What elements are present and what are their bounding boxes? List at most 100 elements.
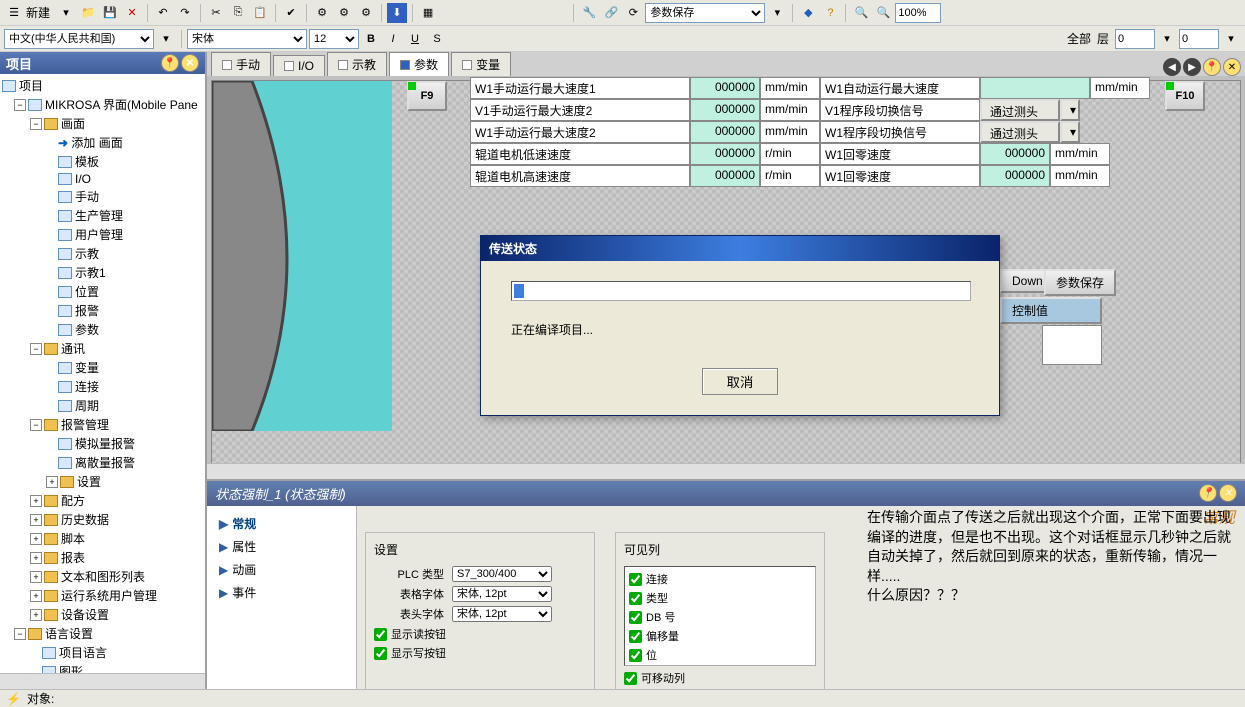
tree-root[interactable]: 项目	[2, 76, 203, 95]
tree-graphic[interactable]: 图形	[2, 662, 203, 673]
nav-props[interactable]: ▶属性	[213, 535, 350, 558]
prop-close-icon[interactable]: ✕	[1219, 484, 1237, 502]
language-select[interactable]: 中文(中华人民共和国)	[4, 29, 154, 49]
col-offset-check[interactable]	[629, 630, 642, 643]
dropdown-icon[interactable]: ▾	[1060, 121, 1080, 143]
tree-projlang[interactable]: 项目语言	[2, 643, 203, 662]
control-val-btn[interactable]: 控制值	[1000, 297, 1102, 324]
tree-comm[interactable]: −通讯	[2, 339, 203, 358]
tree-user[interactable]: 用户管理	[2, 225, 203, 244]
cancel-button[interactable]: 取消	[702, 368, 779, 395]
tree-add-screen[interactable]: ➜ 添加 画面	[2, 133, 203, 152]
tab-next-icon[interactable]: ▶	[1183, 58, 1201, 76]
tree-langset[interactable]: −语言设置	[2, 624, 203, 643]
layer-num1[interactable]	[1115, 29, 1155, 49]
tool-icon[interactable]: ⚙	[312, 3, 332, 23]
dropdown3-icon[interactable]: ▾	[156, 29, 176, 49]
nav-event[interactable]: ▶事件	[213, 581, 350, 604]
spin1-icon[interactable]: ▾	[1157, 29, 1177, 49]
save-icon[interactable]: 💾	[100, 3, 120, 23]
dropdown-icon[interactable]: ▾	[56, 3, 76, 23]
close-icon[interactable]: ✕	[122, 3, 142, 23]
project-tree[interactable]: 项目 −MIKROSA 界面(Mobile Pane −画面 ➜ 添加 画面 模…	[0, 74, 205, 673]
strike-icon[interactable]: S	[427, 29, 447, 49]
col-bit-check[interactable]	[629, 649, 642, 662]
dropdown-icon[interactable]: ▾	[1060, 99, 1080, 121]
tree-manual[interactable]: 手动	[2, 187, 203, 206]
tool3-icon[interactable]: ⚙	[356, 3, 376, 23]
tree-scrollbar[interactable]	[0, 673, 205, 689]
tab-param[interactable]: 参数	[389, 52, 449, 76]
copy-icon[interactable]: ⎘	[228, 3, 248, 23]
fontsize-select[interactable]: 12	[309, 29, 359, 49]
help-icon[interactable]: ?	[820, 3, 840, 23]
paste-icon[interactable]: 📋	[250, 3, 270, 23]
redo-icon[interactable]: ↷	[175, 3, 195, 23]
tree-analog[interactable]: 模拟量报警	[2, 434, 203, 453]
zoomout-icon[interactable]: 🔍	[873, 3, 893, 23]
tree-conn[interactable]: 连接	[2, 377, 203, 396]
tree-rtuser[interactable]: +运行系统用户管理	[2, 586, 203, 605]
header-font-select[interactable]: 宋体, 12pt	[452, 606, 552, 622]
plc-type-select[interactable]: S7_300/400	[452, 566, 552, 582]
tab-close-icon[interactable]: ✕	[1223, 58, 1241, 76]
download-icon[interactable]: ⬇	[387, 3, 407, 23]
prop-pin-icon[interactable]: 📍	[1199, 484, 1217, 502]
cut-icon[interactable]: ✂	[206, 3, 226, 23]
font-select[interactable]: 宋体	[187, 29, 307, 49]
dropdown2-icon[interactable]: ▾	[767, 3, 787, 23]
tree-device[interactable]: −MIKROSA 界面(Mobile Pane	[2, 95, 203, 114]
check-icon[interactable]: ✔	[281, 3, 301, 23]
canvas-scroll-h[interactable]	[207, 463, 1245, 479]
tree-prod[interactable]: 生产管理	[2, 206, 203, 225]
nav-anim[interactable]: ▶动画	[213, 558, 350, 581]
tree-teach[interactable]: 示教	[2, 244, 203, 263]
col-type-check[interactable]	[629, 592, 642, 605]
tool2-icon[interactable]: ⚙	[334, 3, 354, 23]
tree-pos[interactable]: 位置	[2, 282, 203, 301]
tab-var[interactable]: 变量	[451, 52, 511, 76]
show-write-check[interactable]	[374, 647, 387, 660]
tree-teach1[interactable]: 示教1	[2, 263, 203, 282]
underline-icon[interactable]: U	[405, 29, 425, 49]
save-params-select[interactable]: 参数保存	[645, 3, 765, 23]
tree-textlist[interactable]: +文本和图形列表	[2, 567, 203, 586]
tab-teach[interactable]: 示教	[327, 52, 387, 76]
tree-devset[interactable]: +设备设置	[2, 605, 203, 624]
refresh-icon[interactable]: ⟳	[623, 3, 643, 23]
tree-var[interactable]: 变量	[2, 358, 203, 377]
layer-num2[interactable]	[1179, 29, 1219, 49]
tree-io[interactable]: I/O	[2, 171, 203, 187]
diamond-icon[interactable]: ◆	[798, 3, 818, 23]
tree-settings[interactable]: +设置	[2, 472, 203, 491]
tab-pin-icon[interactable]: 📍	[1203, 58, 1221, 76]
f9-btn[interactable]: F9	[407, 81, 447, 111]
spin2-icon[interactable]: ▾	[1221, 29, 1241, 49]
align-icon[interactable]: ▦	[418, 3, 438, 23]
movable-col-check[interactable]	[624, 672, 637, 685]
tree-script[interactable]: +脚本	[2, 529, 203, 548]
tree-screens[interactable]: −画面	[2, 114, 203, 133]
value-box[interactable]	[1042, 325, 1102, 365]
open-icon[interactable]: 📁	[78, 3, 98, 23]
tree-report[interactable]: +报表	[2, 548, 203, 567]
wrench-icon[interactable]: 🔧	[579, 3, 599, 23]
menu-icon[interactable]: ☰	[4, 3, 24, 23]
tab-prev-icon[interactable]: ◀	[1163, 58, 1181, 76]
tree-template[interactable]: 模板	[2, 152, 203, 171]
pushpin-icon[interactable]: 📍	[161, 54, 179, 72]
zoomin-icon[interactable]: 🔍	[851, 3, 871, 23]
tree-alarm[interactable]: 报警	[2, 301, 203, 320]
f10-btn[interactable]: F10	[1165, 81, 1205, 111]
tree-discrete[interactable]: 离散量报警	[2, 453, 203, 472]
col-db-check[interactable]	[629, 611, 642, 624]
save-param-btn[interactable]: 参数保存	[1044, 269, 1116, 296]
tab-io[interactable]: I/O	[273, 55, 325, 76]
tree-cycle[interactable]: 周期	[2, 396, 203, 415]
italic-icon[interactable]: I	[383, 29, 403, 49]
tree-recipe[interactable]: +配方	[2, 491, 203, 510]
undo-icon[interactable]: ↶	[153, 3, 173, 23]
nav-general[interactable]: ▶常规	[213, 512, 350, 535]
tree-alarmmgmt[interactable]: −报警管理	[2, 415, 203, 434]
link-icon[interactable]: 🔗	[601, 3, 621, 23]
